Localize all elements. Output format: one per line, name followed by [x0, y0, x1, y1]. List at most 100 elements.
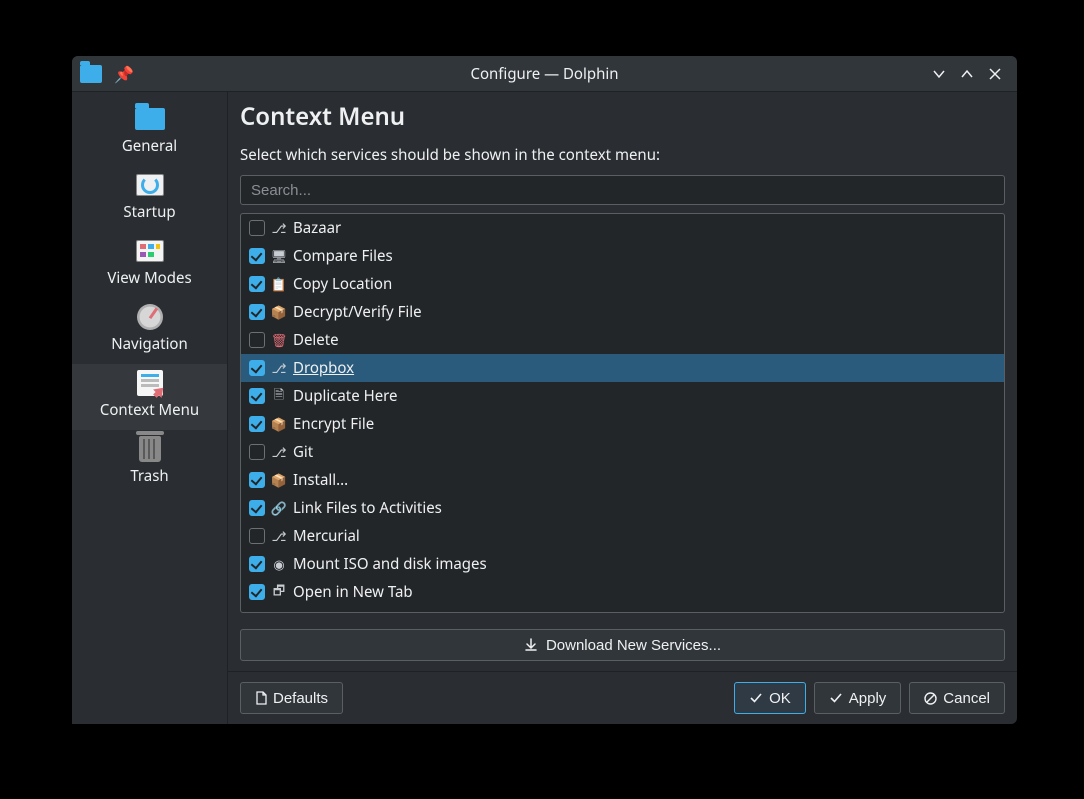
chevron-down-icon [932, 67, 946, 81]
ok-button[interactable]: OK [734, 682, 806, 714]
service-checkbox[interactable] [249, 332, 265, 348]
service-row[interactable]: 📦 Encrypt File [241, 410, 1004, 438]
service-row[interactable]: 🖥Compare Files [241, 242, 1004, 270]
service-checkbox[interactable] [249, 528, 265, 544]
download-services-label: Download New Services... [546, 637, 721, 654]
service-checkbox[interactable] [249, 388, 265, 404]
close-icon [989, 68, 1001, 80]
sidebar-item-context-menu[interactable]: Context Menu [72, 364, 227, 430]
encrypt-icon: 📦 [271, 416, 287, 432]
chevron-up-icon [960, 67, 974, 81]
maximize-button[interactable] [953, 60, 981, 88]
service-checkbox[interactable] [249, 500, 265, 516]
mount-icon: ◉ [271, 556, 287, 572]
cancel-label: Cancel [943, 690, 990, 707]
vcs-icon: ⎇ [271, 528, 287, 544]
sidebar-item-label: Navigation [111, 334, 188, 354]
delete-icon: 🗑 [271, 332, 287, 348]
configure-dialog: 📌 Configure — Dolphin General Startup View… [72, 56, 1017, 724]
service-checkbox[interactable] [249, 584, 265, 600]
service-label: Open in New Tab [293, 582, 413, 602]
startup-icon [136, 174, 164, 196]
app-icon [80, 65, 102, 83]
service-row[interactable]: ◉ Mount ISO and disk images [241, 550, 1004, 578]
service-row[interactable]: ⎇Git [241, 438, 1004, 466]
document-icon [255, 691, 267, 705]
sidebar-item-label: General [122, 136, 177, 156]
sidebar-item-view-modes[interactable]: View Modes [72, 232, 227, 298]
pin-icon: 📌 [114, 63, 134, 85]
check-icon [829, 692, 843, 704]
copy-icon: 📋 [271, 276, 287, 292]
service-row[interactable]: 📦Install... [241, 466, 1004, 494]
newtab-icon: 🗗 [271, 584, 287, 600]
window-title: Configure — Dolphin [170, 64, 919, 84]
minimize-button[interactable] [925, 60, 953, 88]
cancel-icon [924, 692, 937, 705]
service-row[interactable]: ⎇Bazaar [241, 214, 1004, 242]
download-services-button[interactable]: Download New Services... [240, 629, 1005, 661]
service-label: Encrypt File [293, 414, 374, 434]
folder-icon [135, 108, 165, 130]
service-label: Duplicate Here [293, 386, 398, 406]
sidebar-item-general[interactable]: General [72, 100, 227, 166]
service-label: Decrypt/Verify File [293, 302, 422, 322]
service-row[interactable]: 🔗Link Files to Activities [241, 494, 1004, 522]
service-checkbox[interactable] [249, 556, 265, 572]
trash-icon [139, 436, 161, 462]
service-label: Link Files to Activities [293, 498, 442, 518]
service-checkbox[interactable] [249, 360, 265, 376]
page-instruction: Select which services should be shown in… [228, 137, 1017, 175]
service-label: Copy Location [293, 274, 392, 294]
service-checkbox[interactable] [249, 444, 265, 460]
service-label: Mount ISO and disk images [293, 554, 487, 574]
service-checkbox[interactable] [249, 416, 265, 432]
service-checkbox[interactable] [249, 248, 265, 264]
close-button[interactable] [981, 60, 1009, 88]
ctx-icon [137, 370, 163, 396]
service-label: Mercurial [293, 526, 360, 546]
service-checkbox[interactable] [249, 220, 265, 236]
nav-icon [137, 304, 163, 330]
service-row[interactable]: 📦Decrypt/Verify File [241, 298, 1004, 326]
sidebar-item-trash[interactable]: Trash [72, 430, 227, 496]
main-panel: Context Menu Select which services shoul… [228, 92, 1017, 724]
sidebar-item-startup[interactable]: Startup [72, 166, 227, 232]
duplicate-icon: 🗎 [271, 388, 287, 404]
compare-icon: 🖥 [271, 248, 287, 264]
vcs-icon: ⎇ [271, 220, 287, 236]
defaults-label: Defaults [273, 690, 328, 707]
service-row[interactable]: 📋 Copy Location [241, 270, 1004, 298]
search-input[interactable] [240, 175, 1005, 205]
sidebar: General Startup View Modes Navigation Contex… [72, 92, 228, 724]
service-checkbox[interactable] [249, 304, 265, 320]
page-title: Context Menu [228, 92, 1017, 137]
sidebar-item-label: Trash [130, 466, 168, 486]
defaults-button[interactable]: Defaults [240, 682, 343, 714]
ok-label: OK [769, 690, 791, 707]
titlebar: 📌 Configure — Dolphin [72, 56, 1017, 92]
service-row[interactable]: 🗗 Open in New Tab [241, 578, 1004, 606]
sidebar-item-navigation[interactable]: Navigation [72, 298, 227, 364]
apply-button[interactable]: Apply [814, 682, 902, 714]
check-icon [749, 692, 763, 704]
service-row[interactable]: ⎇Dropbox [241, 354, 1004, 382]
dialog-footer: Defaults OK Apply Cancel [228, 671, 1017, 724]
viewmodes-icon [136, 240, 164, 262]
service-checkbox[interactable] [249, 472, 265, 488]
service-row[interactable]: 🗎 Duplicate Here [241, 382, 1004, 410]
pin-button[interactable]: 📌 [110, 60, 138, 88]
apply-label: Apply [849, 690, 887, 707]
cancel-button[interactable]: Cancel [909, 682, 1005, 714]
service-row[interactable]: ⎇ Mercurial [241, 522, 1004, 550]
sidebar-item-label: Context Menu [100, 400, 199, 420]
sidebar-item-label: Startup [123, 202, 175, 222]
service-checkbox[interactable] [249, 276, 265, 292]
install-icon: 📦 [271, 472, 287, 488]
download-icon [524, 638, 538, 652]
vcs-icon: ⎇ [271, 444, 287, 460]
service-label: Dropbox [293, 358, 354, 378]
services-list[interactable]: ⎇Bazaar🖥Compare Files📋Copy Location📦Decr… [240, 213, 1005, 613]
service-row[interactable]: 🗑Delete [241, 326, 1004, 354]
sidebar-item-label: View Modes [107, 268, 191, 288]
